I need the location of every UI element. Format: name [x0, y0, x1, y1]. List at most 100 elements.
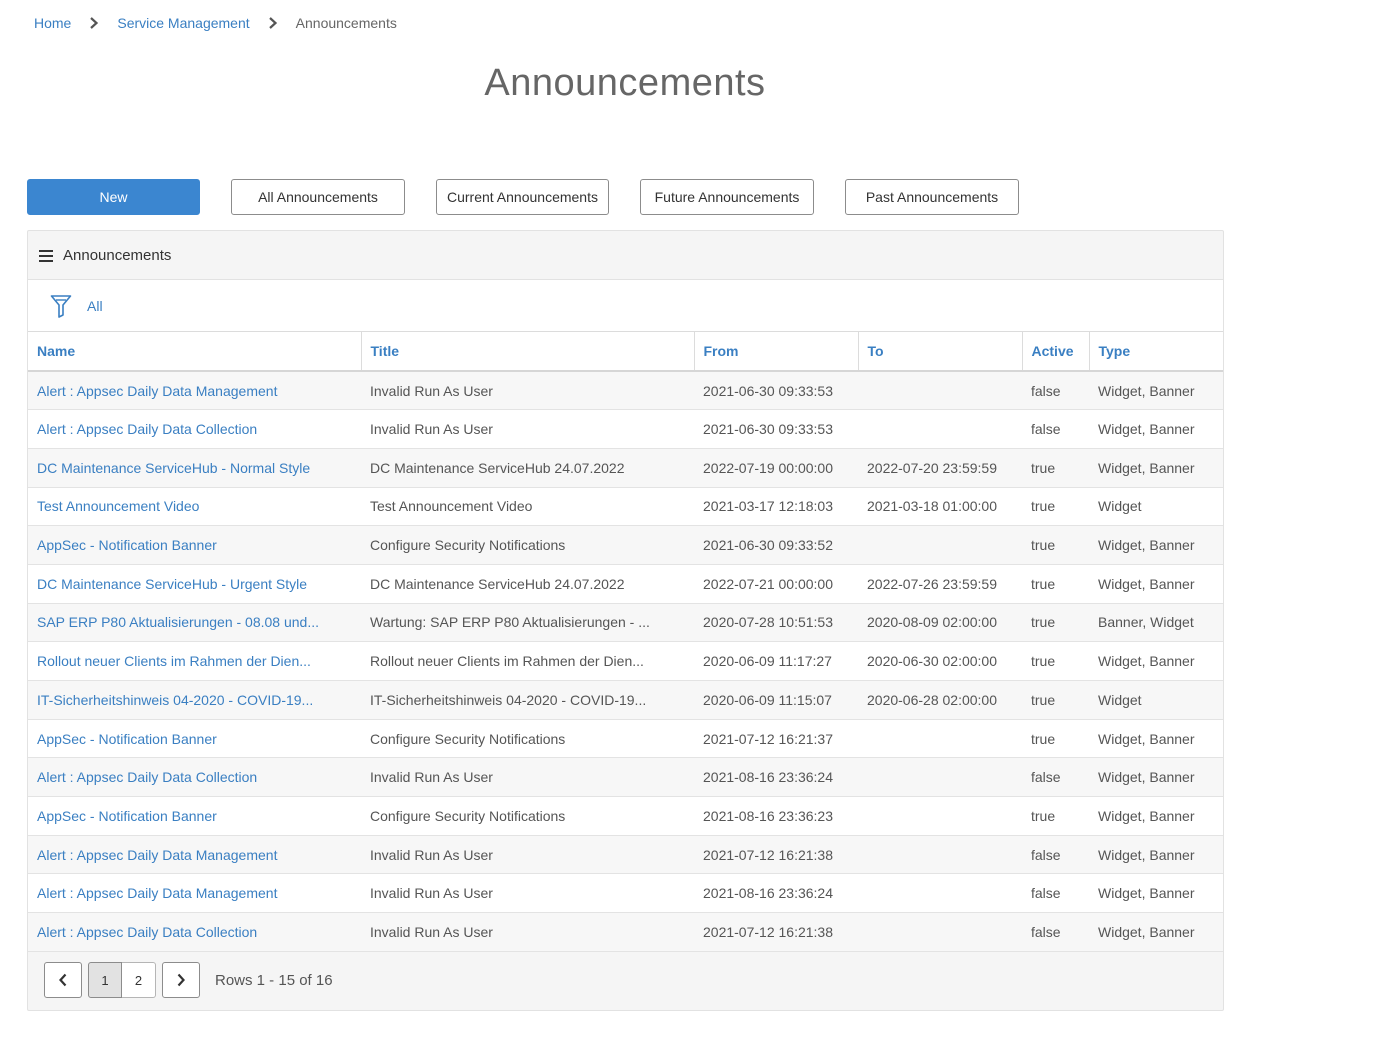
cell-to — [858, 719, 1022, 759]
cell-name[interactable]: DC Maintenance ServiceHub - Normal Style — [28, 448, 361, 488]
breadcrumb-current: Announcements — [295, 15, 397, 31]
cell-name[interactable]: DC Maintenance ServiceHub - Urgent Style — [28, 564, 361, 604]
cell-active: false — [1022, 757, 1089, 798]
cell-from: 2020-07-28 10:51:53 — [694, 603, 858, 643]
page-2-button[interactable]: 2 — [122, 962, 156, 998]
cell-type: Banner, Widget — [1089, 603, 1223, 643]
column-header-title[interactable]: Title — [361, 332, 695, 372]
future-announcements-button[interactable]: Future Announcements — [640, 179, 814, 215]
table-row[interactable]: Alert : Appsec Daily Data Management Inva… — [28, 873, 1223, 914]
cell-type: Widget, Banner — [1089, 371, 1223, 411]
table-row[interactable]: DC Maintenance ServiceHub - Normal Style… — [28, 448, 1223, 488]
cell-to — [858, 912, 1022, 952]
cell-type: Widget, Banner — [1089, 835, 1223, 875]
breadcrumb-service-management-link[interactable]: Service Management — [117, 15, 249, 31]
cell-from: 2021-08-16 23:36:24 — [694, 873, 858, 914]
cell-name[interactable]: AppSec - Notification Banner — [28, 719, 361, 759]
breadcrumb-home-link[interactable]: Home — [34, 15, 71, 31]
cell-title: Invalid Run As User — [361, 371, 694, 411]
previous-page-button[interactable] — [44, 962, 82, 998]
table-row[interactable]: DC Maintenance ServiceHub - Urgent Style… — [28, 564, 1223, 604]
cell-active: true — [1022, 641, 1089, 681]
cell-active: false — [1022, 835, 1089, 875]
cell-from: 2021-08-16 23:36:24 — [694, 757, 858, 798]
column-header-from[interactable]: From — [694, 332, 859, 372]
table-row[interactable]: AppSec - Notification Banner Configure Se… — [28, 525, 1223, 565]
pagination: 1 2 Rows 1 - 15 of 16 — [44, 962, 333, 998]
cell-title: Configure Security Notifications — [361, 796, 694, 836]
table-row[interactable]: Alert : Appsec Daily Data Collection Inva… — [28, 912, 1223, 952]
cell-from: 2021-07-12 16:21:38 — [694, 912, 858, 952]
cell-name[interactable]: SAP ERP P80 Aktualisierungen - 08.08 und… — [28, 603, 361, 643]
filter-icon[interactable] — [50, 294, 72, 318]
column-header-type[interactable]: Type — [1089, 332, 1223, 372]
cell-name[interactable]: AppSec - Notification Banner — [28, 525, 361, 565]
table-row[interactable]: Alert : Appsec Daily Data Management Inva… — [28, 835, 1223, 875]
cell-name[interactable]: IT-Sicherheitshinweis 04-2020 - COVID-19… — [28, 680, 361, 720]
cell-name[interactable]: Alert : Appsec Daily Data Collection — [28, 409, 361, 449]
table-row[interactable]: Alert : Appsec Daily Data Management Inva… — [28, 371, 1223, 411]
cell-name[interactable]: Alert : Appsec Daily Data Management — [28, 835, 361, 875]
cell-title: DC Maintenance ServiceHub 24.07.2022 — [361, 564, 694, 604]
current-announcements-button[interactable]: Current Announcements — [436, 179, 609, 215]
past-announcements-button[interactable]: Past Announcements — [845, 179, 1019, 215]
cell-name[interactable]: Rollout neuer Clients im Rahmen der Dien… — [28, 641, 361, 681]
cell-from: 2021-07-12 16:21:37 — [694, 719, 858, 759]
cell-name[interactable]: Alert : Appsec Daily Data Management — [28, 873, 361, 914]
cell-type: Widget, Banner — [1089, 409, 1223, 449]
cell-name[interactable]: Alert : Appsec Daily Data Management — [28, 371, 361, 411]
panel-title: Announcements — [63, 246, 172, 264]
cell-name[interactable]: Alert : Appsec Daily Data Collection — [28, 912, 361, 952]
cell-type: Widget — [1089, 487, 1223, 527]
cell-active: true — [1022, 448, 1089, 488]
cell-to — [858, 796, 1022, 836]
cell-type: Widget, Banner — [1089, 525, 1223, 565]
table-row[interactable]: Rollout neuer Clients im Rahmen der Dien… — [28, 641, 1223, 681]
cell-type: Widget, Banner — [1089, 564, 1223, 604]
new-button[interactable]: New — [27, 179, 200, 215]
table-row[interactable]: Alert : Appsec Daily Data Collection Inva… — [28, 757, 1223, 798]
filter-bar: All — [28, 280, 1223, 332]
cell-title: Configure Security Notifications — [361, 719, 694, 759]
next-page-button[interactable] — [162, 962, 200, 998]
chevron-right-icon — [177, 973, 185, 987]
cell-from: 2020-06-09 11:15:07 — [694, 680, 858, 720]
all-announcements-button[interactable]: All Announcements — [231, 179, 405, 215]
table-row[interactable]: AppSec - Notification Banner Configure Se… — [28, 719, 1223, 759]
cell-to — [858, 757, 1022, 798]
table-row[interactable]: IT-Sicherheitshinweis 04-2020 - COVID-19… — [28, 680, 1223, 720]
cell-active: true — [1022, 487, 1089, 527]
cell-title: Invalid Run As User — [361, 912, 694, 952]
menu-icon[interactable] — [39, 249, 53, 262]
cell-name[interactable]: Alert : Appsec Daily Data Collection — [28, 757, 361, 798]
filter-all-link[interactable]: All — [87, 298, 103, 314]
column-header-active[interactable]: Active — [1022, 332, 1090, 372]
table-row[interactable]: Test Announcement Video Test Announcement… — [28, 487, 1223, 527]
cell-active: true — [1022, 603, 1089, 643]
table-row[interactable]: Alert : Appsec Daily Data Collection Inva… — [28, 409, 1223, 449]
table-row[interactable]: AppSec - Notification Banner Configure Se… — [28, 796, 1223, 836]
cell-from: 2021-08-16 23:36:23 — [694, 796, 858, 836]
cell-from: 2021-06-30 09:33:53 — [694, 409, 858, 449]
cell-type: Widget, Banner — [1089, 719, 1223, 759]
cell-active: false — [1022, 912, 1089, 952]
cell-title: IT-Sicherheitshinweis 04-2020 - COVID-19… — [361, 680, 694, 720]
cell-to: 2020-08-09 02:00:00 — [858, 603, 1022, 643]
column-header-to[interactable]: To — [858, 332, 1023, 372]
cell-to: 2022-07-26 23:59:59 — [858, 564, 1022, 604]
column-header-name[interactable]: Name — [28, 332, 362, 372]
page-numbers: 1 2 — [88, 962, 156, 998]
cell-type: Widget, Banner — [1089, 448, 1223, 488]
cell-name[interactable]: Test Announcement Video — [28, 487, 361, 527]
cell-from: 2021-03-17 12:18:03 — [694, 487, 858, 527]
page-1-button[interactable]: 1 — [88, 962, 122, 998]
cell-name[interactable]: AppSec - Notification Banner — [28, 796, 361, 836]
breadcrumb: Home Service Management Announcements — [34, 13, 397, 33]
table-row[interactable]: SAP ERP P80 Aktualisierungen - 08.08 und… — [28, 603, 1223, 643]
cell-to: 2021-03-18 01:00:00 — [858, 487, 1022, 527]
cell-active: true — [1022, 680, 1089, 720]
cell-from: 2020-06-09 11:17:27 — [694, 641, 858, 681]
cell-title: DC Maintenance ServiceHub 24.07.2022 — [361, 448, 694, 488]
cell-to: 2020-06-30 02:00:00 — [858, 641, 1022, 681]
announcements-table: Name Title From To Active Type Alert : A… — [28, 332, 1223, 952]
